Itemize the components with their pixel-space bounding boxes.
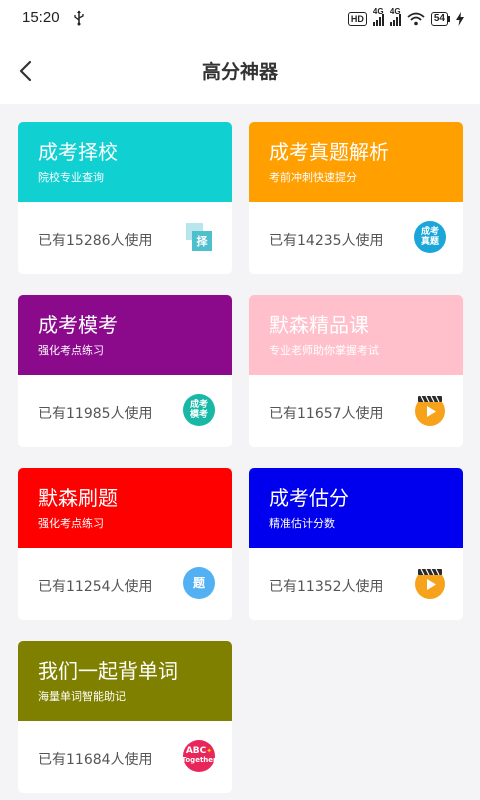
school-select-icon: 择 xyxy=(183,221,215,253)
card-usage: 已有15286人使用 xyxy=(38,233,153,249)
card-exam-analysis[interactable]: 成考真题解析 考前冲刺快速提分 已有14235人使用 成考 真题 xyxy=(249,122,463,274)
card-premium-course[interactable]: 默森精品课 专业老师助你掌握考试 已有11657人使用 xyxy=(249,295,463,447)
signal-icon: 4G xyxy=(372,7,384,26)
video-play-icon xyxy=(415,568,445,599)
card-footer: 已有11684人使用 ABC✦ Together xyxy=(18,721,232,793)
question-bank-icon: 题 xyxy=(183,567,215,599)
card-title: 成考择校 xyxy=(38,140,118,164)
signal-icon-2: 4G xyxy=(389,7,401,26)
abc-together-icon: ABC✦ Together xyxy=(182,740,216,772)
card-header: 成考模考 强化考点练习 xyxy=(18,295,232,375)
status-time: 15:20 xyxy=(22,9,60,26)
charging-icon xyxy=(456,12,464,26)
wifi-icon xyxy=(407,12,425,26)
card-vocabulary[interactable]: 我们一起背单词 海量单词智能助记 已有11684人使用 ABC✦ Together xyxy=(18,641,232,793)
card-title: 成考真题解析 xyxy=(269,140,389,164)
card-header: 我们一起背单词 海量单词智能助记 xyxy=(18,641,232,721)
card-footer: 已有11352人使用 xyxy=(249,548,463,620)
card-subtitle: 考前冲刺快速提分 xyxy=(269,171,357,184)
card-title: 成考模考 xyxy=(38,313,118,337)
card-footer: 已有11985人使用 成考 模考 xyxy=(18,375,232,447)
card-header: 成考估分 精准估计分数 xyxy=(249,468,463,548)
card-title: 默森精品课 xyxy=(269,313,369,337)
usb-icon xyxy=(74,10,84,26)
card-usage: 已有11352人使用 xyxy=(269,579,384,595)
card-usage: 已有14235人使用 xyxy=(269,233,384,249)
card-footer: 已有14235人使用 成考 真题 xyxy=(249,202,463,274)
card-usage: 已有11657人使用 xyxy=(269,406,384,422)
card-title: 我们一起背单词 xyxy=(38,659,178,683)
card-header: 成考真题解析 考前冲刺快速提分 xyxy=(249,122,463,202)
card-header: 成考择校 院校专业查询 xyxy=(18,122,232,202)
card-subtitle: 精准估计分数 xyxy=(269,517,335,530)
card-title: 默森刷题 xyxy=(38,486,118,510)
card-usage: 已有11254人使用 xyxy=(38,579,153,595)
card-footer: 已有11657人使用 xyxy=(249,375,463,447)
card-mock-exam[interactable]: 成考模考 强化考点练习 已有11985人使用 成考 模考 xyxy=(18,295,232,447)
header: 高分神器 xyxy=(0,38,480,104)
card-score-estimate[interactable]: 成考估分 精准估计分数 已有11352人使用 xyxy=(249,468,463,620)
card-usage: 已有11684人使用 xyxy=(38,752,153,768)
card-title: 成考估分 xyxy=(269,486,349,510)
card-subtitle: 强化考点练习 xyxy=(38,517,104,530)
battery-icon: 54 xyxy=(430,12,450,26)
card-usage: 已有11985人使用 xyxy=(38,406,153,422)
card-footer: 已有11254人使用 题 xyxy=(18,548,232,620)
hd-badge: HD xyxy=(347,12,367,26)
card-subtitle: 强化考点练习 xyxy=(38,344,104,357)
card-footer: 已有15286人使用 择 xyxy=(18,202,232,274)
card-school-select[interactable]: 成考择校 院校专业查询 已有15286人使用 择 xyxy=(18,122,232,274)
card-header: 默森精品课 专业老师助你掌握考试 xyxy=(249,295,463,375)
card-subtitle: 海量单词智能助记 xyxy=(38,690,126,703)
page-title: 高分神器 xyxy=(201,61,278,83)
status-bar: 15:20 HD 4G 4G 54 xyxy=(0,0,480,38)
mock-exam-icon: 成考 模考 xyxy=(183,394,215,426)
card-header: 默森刷题 强化考点练习 xyxy=(18,468,232,548)
card-subtitle: 专业老师助你掌握考试 xyxy=(269,344,379,357)
card-practice-questions[interactable]: 默森刷题 强化考点练习 已有11254人使用 题 xyxy=(18,468,232,620)
video-play-icon xyxy=(415,395,445,426)
card-subtitle: 院校专业查询 xyxy=(38,171,104,184)
exam-questions-icon: 成考 真题 xyxy=(414,221,446,253)
